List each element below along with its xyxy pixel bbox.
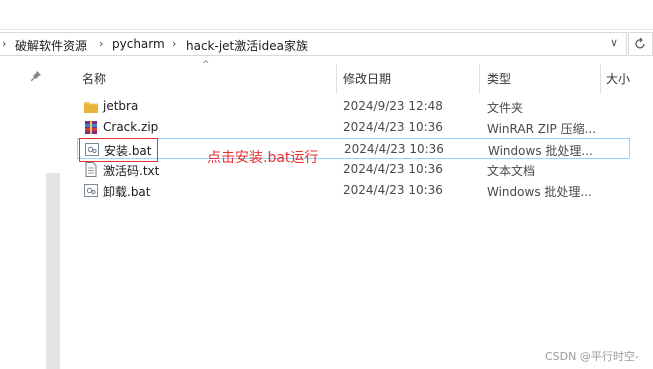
breadcrumb-separator-icon[interactable]: › bbox=[2, 37, 6, 50]
annotation-text: 点击安装.bat运行 bbox=[207, 150, 319, 166]
refresh-button[interactable] bbox=[628, 32, 653, 56]
breadcrumb-item-1[interactable]: 破解软件资源 bbox=[15, 37, 87, 54]
column-header-type[interactable]: 类型 bbox=[487, 70, 511, 87]
file-row[interactable]: 卸载.bat 2024/4/23 10:36 Windows 批处理... bbox=[78, 180, 638, 201]
file-row[interactable]: Crack.zip 2024/4/23 10:36 WinRAR ZIP 压缩.… bbox=[78, 117, 638, 138]
column-divider[interactable] bbox=[336, 64, 337, 94]
column-header-size[interactable]: 大小 bbox=[606, 70, 630, 87]
column-divider[interactable] bbox=[600, 64, 601, 94]
watermark: CSDN @平行时空- bbox=[545, 350, 639, 363]
file-type: WinRAR ZIP 压缩... bbox=[487, 122, 597, 136]
winrar-icon bbox=[85, 121, 97, 134]
batch-file-icon bbox=[84, 184, 98, 197]
file-type: Windows 批处理... bbox=[488, 144, 593, 158]
file-date: 2024/4/23 10:36 bbox=[343, 162, 443, 176]
column-header-name[interactable]: 名称 bbox=[82, 70, 106, 87]
address-bar[interactable]: › 破解软件资源 › pycharm › hack-jet激活idea家族 ∨ bbox=[0, 32, 627, 56]
file-row-selected[interactable]: 安装.bat 2024/4/23 10:36 Windows 批处理... bbox=[77, 138, 630, 159]
file-type: Windows 批处理... bbox=[487, 185, 592, 199]
breadcrumb-item-2[interactable]: pycharm bbox=[112, 37, 165, 51]
file-row[interactable]: 激活码.txt 2024/4/23 10:36 文本文档 bbox=[78, 159, 638, 180]
file-name: Crack.zip bbox=[103, 120, 159, 134]
breadcrumb-separator-icon[interactable]: › bbox=[99, 37, 103, 50]
file-type: 文件夹 bbox=[487, 101, 524, 115]
folder-icon bbox=[84, 102, 98, 113]
chevron-down-icon[interactable]: ∨ bbox=[610, 36, 618, 49]
toolbar-divider bbox=[0, 29, 653, 30]
file-name: jetbra bbox=[103, 99, 139, 113]
nav-scrollbar[interactable] bbox=[46, 173, 60, 369]
breadcrumb-item-3[interactable]: hack-jet激活idea家族 bbox=[186, 37, 308, 54]
file-date: 2024/4/23 10:36 bbox=[343, 183, 443, 197]
highlight-box bbox=[79, 138, 158, 162]
column-header-date[interactable]: 修改日期 bbox=[343, 70, 391, 87]
file-date: 2024/4/23 10:36 bbox=[344, 142, 444, 156]
file-date: 2024/9/23 12:48 bbox=[343, 99, 443, 113]
file-type: 文本文档 bbox=[487, 164, 536, 178]
file-name: 卸载.bat bbox=[103, 185, 151, 199]
column-divider[interactable] bbox=[479, 64, 480, 94]
sort-ascending-icon: ^ bbox=[202, 60, 210, 70]
refresh-icon bbox=[635, 37, 645, 49]
file-row[interactable]: jetbra 2024/9/23 12:48 文件夹 bbox=[78, 96, 638, 117]
file-name: 激活码.txt bbox=[103, 164, 160, 178]
file-date: 2024/4/23 10:36 bbox=[343, 120, 443, 134]
text-file-icon bbox=[85, 162, 97, 177]
breadcrumb-separator-icon[interactable]: › bbox=[172, 37, 176, 50]
pin-icon[interactable] bbox=[30, 70, 42, 82]
